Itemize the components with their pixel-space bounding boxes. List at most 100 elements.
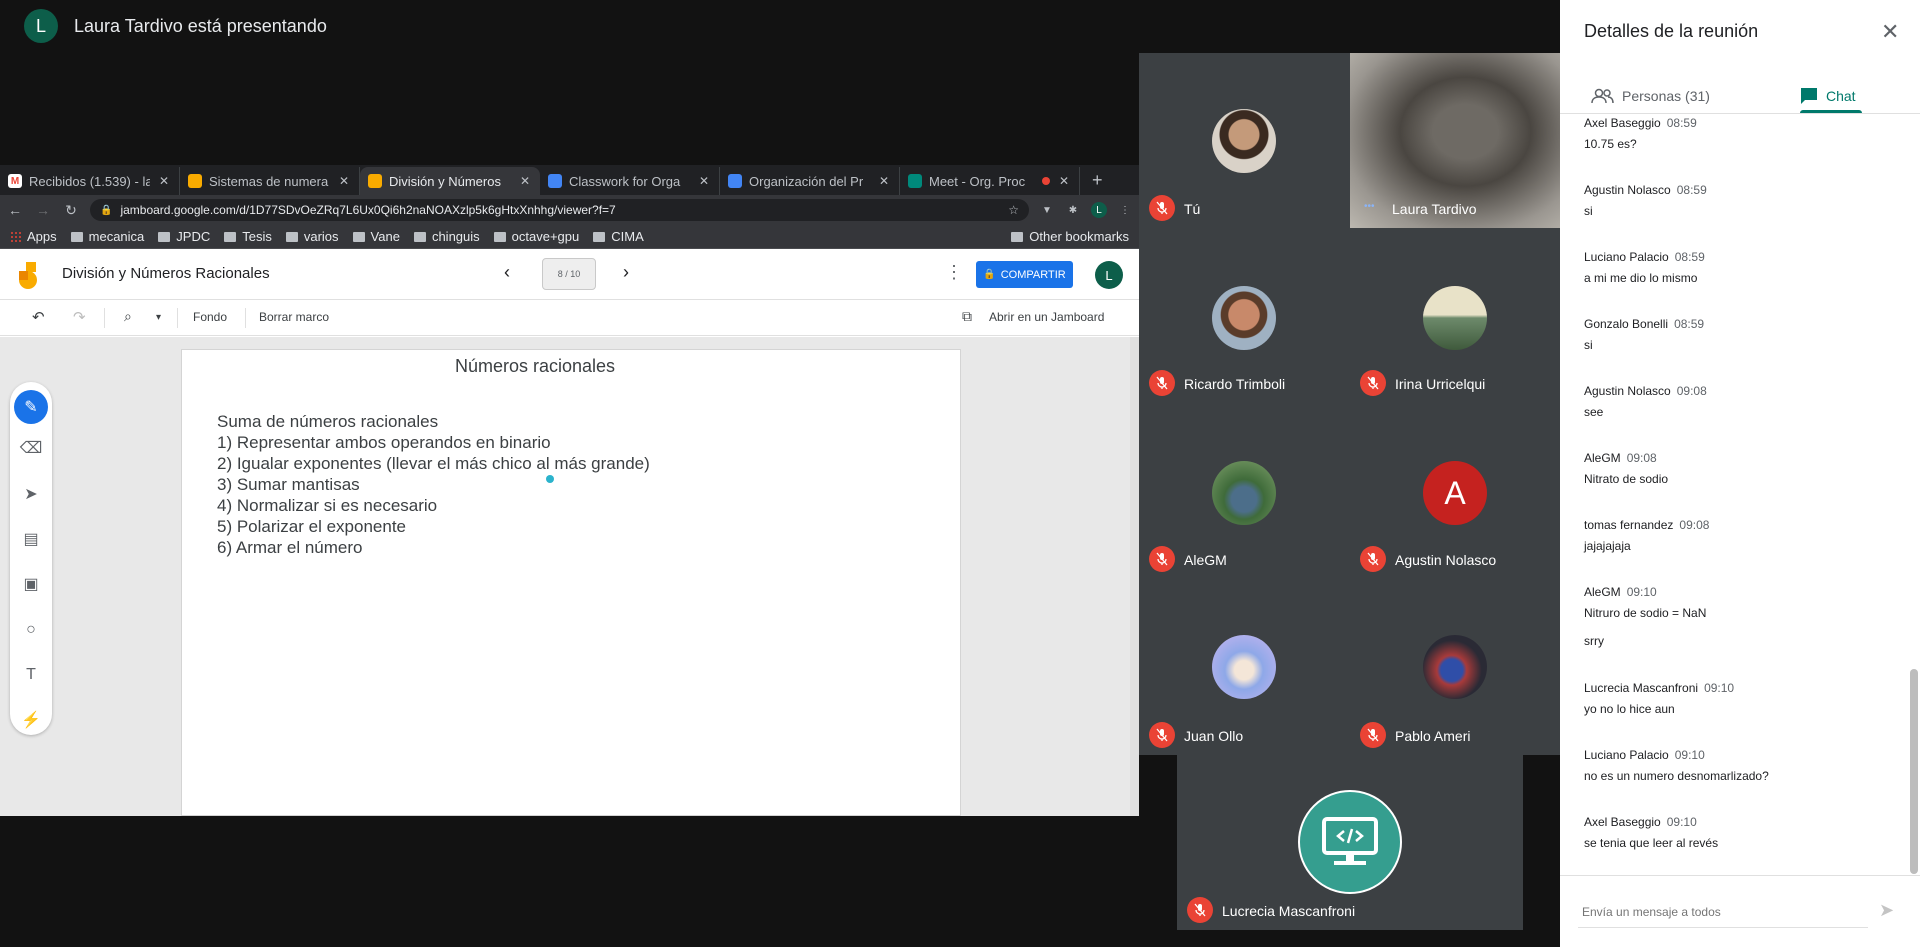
tab-title: Recibidos (1.539) - la [29,173,150,189]
new-tab-button[interactable]: + [1080,170,1115,195]
bookmark-folder[interactable]: JPDC [158,229,210,244]
bookmark-folder[interactable]: CIMA [593,229,644,244]
participant-tile[interactable]: A Agustin Nolasco [1350,403,1560,579]
presentation-tile[interactable]: Lucrecia Mascanfroni [1177,755,1523,930]
laser-icon[interactable]: ⚡ [19,708,43,732]
message-sender: Luciano Palacio [1584,748,1669,762]
participant-tile[interactable]: Tú [1139,53,1350,228]
browser-tab[interactable]: Meet - Org. Proc ✕ [900,167,1080,195]
mic-off-icon [1149,370,1175,396]
share-button[interactable]: 🔒 COMPARTIR [976,261,1073,288]
bookmark-label: mecanica [88,229,145,244]
more-vert-icon[interactable]: ⋮ [945,262,963,283]
image-icon[interactable]: ▣ [19,572,43,596]
scrollbar[interactable] [1130,337,1139,816]
tab-people[interactable]: Personas (31) [1590,79,1710,113]
presenter-bar: L Laura Tardivo está presentando [24,9,327,43]
forward-icon[interactable]: → [34,202,52,218]
panel-title: Detalles de la reunión [1584,21,1759,41]
chat-message: AleGM 09:08 Nitrato de sodio [1584,451,1894,486]
chevron-right-icon[interactable]: › [623,262,629,283]
open-in-jamboard-button[interactable]: Abrir en un Jamboard [989,310,1104,324]
zoom-icon[interactable]: ⌕ [124,308,132,325]
browser-tab[interactable]: Organización del Pr ✕ [720,167,900,195]
bookmark-folder[interactable]: varios [285,229,339,244]
bookmark-folder[interactable]: chinguis [413,229,480,244]
apps-icon [10,231,21,242]
bookmark-folder[interactable]: mecanica [70,229,145,244]
reload-icon[interactable]: ↻ [62,202,80,219]
background-button[interactable]: Fondo [193,310,227,324]
pen-icon[interactable]: ✎ [14,390,48,424]
close-icon[interactable]: ✕ [518,174,532,188]
redo-icon[interactable]: ↷ [73,308,86,326]
message-sender: AleGM [1584,451,1621,465]
extension-icon[interactable]: ▼ [1039,202,1055,218]
chat-scrollbar[interactable] [1910,669,1918,874]
frame-bar-button[interactable]: 8 / 10 [542,258,596,290]
browser-tab[interactable]: Classwork for Orga ✕ [540,167,720,195]
chat-message: Axel Baseggio 08:59 10.75 es? [1584,116,1894,151]
close-icon[interactable]: ✕ [157,174,171,188]
sticky-note-icon[interactable]: ▤ [19,527,43,551]
participant-name: Laura Tardivo [1392,201,1477,217]
undo-icon[interactable]: ↶ [32,308,45,326]
jamboard-title[interactable]: División y Números Racionales [62,265,270,282]
url-input[interactable]: 🔒 jamboard.google.com/d/1D77SDvOeZRq7L6U… [90,199,1029,221]
classroom-icon [548,174,562,188]
menu-icon[interactable]: ⋮ [1117,202,1133,218]
circle-icon[interactable]: ○ [19,618,43,642]
chat-messages: Axel Baseggio 08:59 10.75 es? Agustin Nol… [1560,114,1920,874]
text-box-icon[interactable]: T [19,663,43,687]
bookmark-apps[interactable]: Apps [10,229,57,244]
participant-tile[interactable]: Ricardo Trimboli [1139,228,1350,403]
zoom-dropdown[interactable]: ▾ [156,312,161,323]
participant-tile[interactable]: AleGM [1139,403,1350,579]
chat-message: Gonzalo Bonelli 08:59 si [1584,317,1894,352]
profile-avatar[interactable]: L [1091,202,1107,218]
clear-frame-button[interactable]: Borrar marco [259,310,329,324]
star-icon[interactable]: ☆ [1008,203,1019,217]
browser-tab-active[interactable]: División y Números ✕ [360,167,540,195]
participant-tile[interactable]: Pablo Ameri [1350,579,1560,755]
close-icon[interactable]: ✕ [337,174,351,188]
bookmark-label: CIMA [611,229,644,244]
lock-icon: 🔒 [100,204,113,216]
browser-tab[interactable]: Sistemas de numera ✕ [180,167,360,195]
user-avatar[interactable]: L [1095,261,1123,289]
close-icon[interactable]: ✕ [697,174,711,188]
bookmark-folder[interactable]: Vane [352,229,400,244]
participant-avatar: A [1423,461,1487,525]
other-bookmarks[interactable]: Other bookmarks [1011,229,1129,244]
browser-tab[interactable]: M Recibidos (1.539) - la ✕ [0,167,180,195]
bookmark-folder[interactable]: octave+gpu [493,229,579,244]
participant-avatar [1212,286,1276,350]
participant-name: Agustin Nolasco [1395,552,1497,568]
participant-tile[interactable]: Irina Urricelqui [1350,228,1560,403]
back-icon[interactable]: ← [6,202,24,218]
jamboard-header: División y Números Racionales ‹ 8 / 10 ›… [0,250,1139,300]
message-sender: Agustin Nolasco [1584,183,1671,197]
message-sender: tomas fernandez [1584,518,1674,532]
participant-tile-active[interactable]: ••• Laura Tardivo [1350,53,1560,228]
tab-chat[interactable]: Chat [1800,79,1856,113]
chat-message: Luciano Palacio 09:10 no es un numero des… [1584,748,1894,783]
send-icon[interactable]: ➤ [1879,900,1894,921]
bookmark-label: Tesis [242,229,272,244]
presenter-avatar: L [24,9,58,43]
bookmark-folder[interactable]: Tesis [224,229,272,244]
eraser-icon[interactable]: ⌫ [19,436,43,460]
chevron-left-icon[interactable]: ‹ [504,262,510,283]
message-text: no es un numero desnomarlizado? [1584,769,1769,783]
close-icon[interactable]: ✕ [1881,19,1899,45]
select-icon[interactable]: ➤ [19,482,43,506]
close-icon[interactable]: ✕ [1057,174,1071,188]
close-icon[interactable]: ✕ [877,174,891,188]
puzzle-icon[interactable]: ✱ [1065,202,1081,218]
chat-message-input[interactable] [1578,896,1868,928]
chat-message: Lucrecia Mascanfroni 09:10 yo no lo hice … [1584,681,1894,716]
participant-tile[interactable]: Juan Ollo [1139,579,1350,755]
message-text: se tenia que leer al revés [1584,836,1719,850]
jamboard-frame[interactable]: Números racionales Suma de números racio… [181,349,961,816]
participant-avatar [1423,286,1487,350]
